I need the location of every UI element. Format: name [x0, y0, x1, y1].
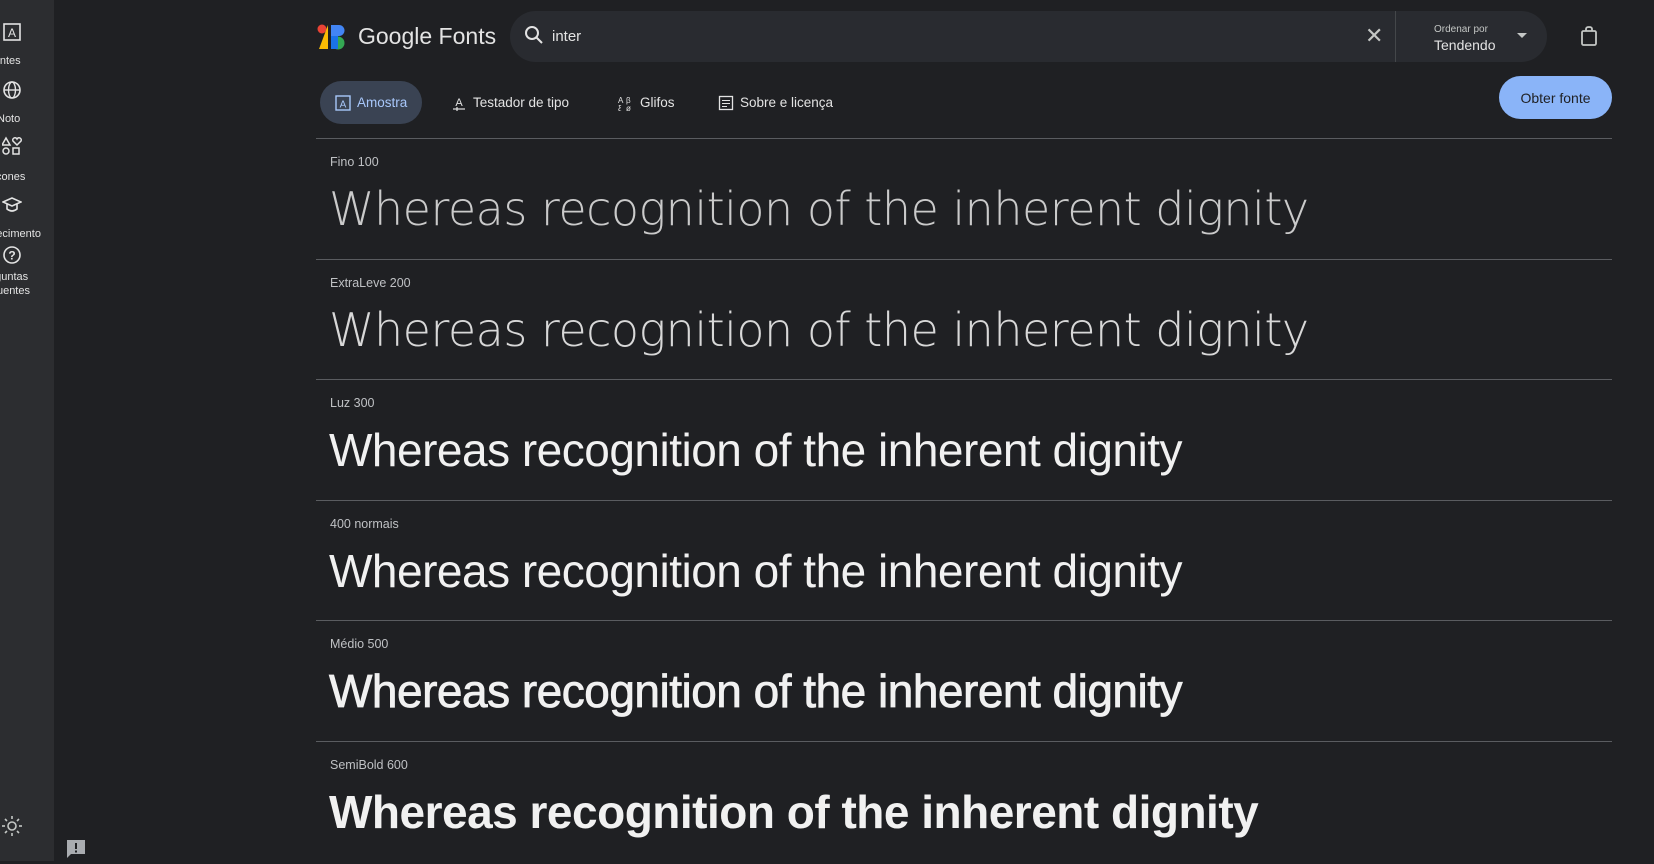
svg-text:ξ: ξ: [618, 104, 622, 111]
svg-text:A: A: [340, 99, 347, 110]
style-label: Fino 100: [330, 155, 379, 169]
search-input[interactable]: [552, 24, 1352, 48]
sidebar-item-knowledge[interactable]: Conhecimento: [0, 195, 54, 245]
sidebar-item-label: Noto: [0, 113, 21, 125]
sort-label: Ordenar por: [1434, 24, 1488, 35]
sidebar-item-label: Perguntas frequentes: [0, 271, 30, 297]
style-row[interactable]: SemiBold 600 Whereas recognition of the i…: [316, 740, 1612, 862]
font-box-icon: A: [2, 22, 22, 42]
tab-glyphs[interactable]: Aβξø Glifos: [603, 81, 690, 124]
sample-text[interactable]: Whereas recognition of the inherent dign…: [329, 303, 1309, 357]
style-label: ExtraLeve 200: [330, 275, 411, 290]
style-label: Médio 500: [330, 637, 389, 651]
sidebar-item-label: Conhecimento: [0, 228, 41, 240]
sidebar-item-noto[interactable]: Noto: [0, 80, 54, 130]
sort-dropdown[interactable]: Ordenar por Tendendo: [1395, 11, 1547, 62]
sidebar-item-label: Fontes: [0, 55, 21, 67]
get-font-button[interactable]: Obter fonte: [1499, 76, 1612, 119]
tab-about-license[interactable]: Sobre e licença: [703, 81, 848, 124]
style-row[interactable]: Médio 500 Whereas recognition of the inhe…: [316, 620, 1612, 741]
sample-text[interactable]: Whereas recognition of the inherent dign…: [329, 423, 1183, 477]
style-row[interactable]: Fino 100 Whereas recognition of the inher…: [316, 138, 1612, 259]
shopping-bag-icon[interactable]: [1580, 26, 1598, 51]
help-circle-icon: ?: [2, 245, 22, 265]
sample-text[interactable]: Whereas recognition of the inherent dign…: [329, 182, 1309, 236]
sidebar-item-icons[interactable]: Ícones: [0, 136, 54, 186]
style-row[interactable]: 400 normais Whereas recognition of the in…: [316, 499, 1612, 621]
sample-text[interactable]: Whereas recognition of the inherent dign…: [329, 544, 1183, 598]
style-label: Luz 300: [330, 396, 375, 410]
tab-label: Testador de tipo: [473, 95, 570, 110]
tab-sample[interactable]: A Amostra: [320, 81, 423, 124]
shapes-icon: [0, 136, 22, 156]
sidebar-item-label: Ícones: [0, 171, 26, 183]
sample-text[interactable]: Whereas recognition of the inherent dign…: [329, 785, 1259, 839]
tab-type-tester[interactable]: A Testador de tipo: [436, 81, 584, 124]
sidebar: A Fontes Noto Ícones Conhecimento ? Perg…: [0, 0, 54, 861]
type-tester-icon: A: [453, 97, 465, 111]
glyphs-icon: Aβξ ø: [618, 96, 631, 111]
sidebar-item-faq[interactable]: ? Perguntas frequentes: [0, 245, 54, 300]
close-icon[interactable]: ✕: [1365, 25, 1383, 47]
sample-text[interactable]: Whereas recognition of the inherent dign…: [329, 664, 1183, 718]
sort-value: Tendendo: [1434, 37, 1496, 53]
globe-icon: [2, 80, 22, 100]
style-label: SemiBold 600: [330, 757, 408, 772]
font-box-icon: A: [335, 94, 351, 111]
chevron-down-icon: [1517, 33, 1527, 38]
brand-name: Google Fonts: [358, 23, 497, 49]
svg-text:ø: ø: [626, 104, 631, 111]
search-bar: ✕ Ordenar por Tendendo: [510, 11, 1547, 62]
svg-text:A: A: [8, 26, 16, 40]
tab-label: Amostra: [357, 95, 408, 110]
style-row[interactable]: Luz 300 Whereas recognition of the inhere…: [316, 379, 1612, 500]
sidebar-item-fonts[interactable]: A Fontes: [0, 22, 54, 72]
feedback-icon[interactable]: [66, 839, 86, 864]
sun-icon[interactable]: [2, 816, 22, 841]
tab-label: Glifos: [640, 95, 675, 110]
graduation-cap-icon: [1, 195, 23, 215]
search-icon: [524, 25, 544, 50]
svg-text:?: ?: [8, 249, 15, 263]
style-label: 400 normais: [330, 516, 399, 531]
style-list: Fino 100 Whereas recognition of the inher…: [316, 138, 1612, 861]
article-icon: [718, 95, 734, 110]
tab-label: Sobre e licença: [740, 95, 834, 110]
style-row[interactable]: ExtraLeve 200 Whereas recognition of the …: [316, 258, 1612, 380]
google-fonts-logo[interactable]: [317, 24, 347, 50]
